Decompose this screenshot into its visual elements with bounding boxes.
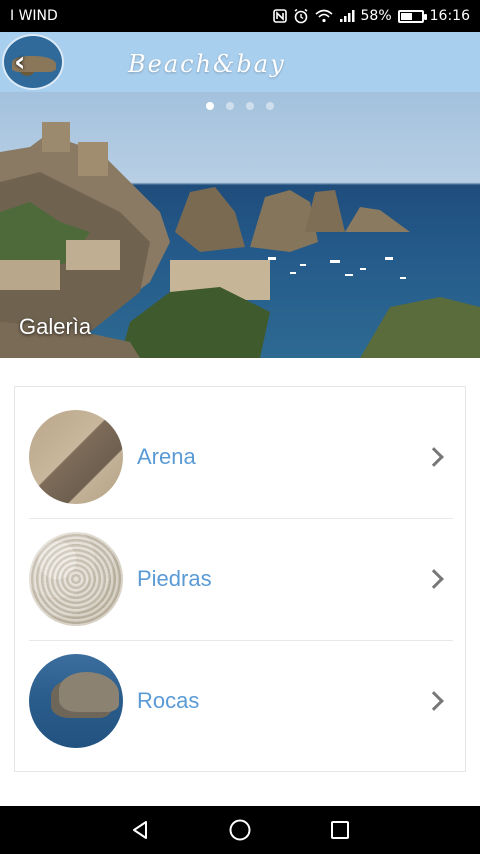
- pebbles-photo: [29, 532, 123, 626]
- list-item-label: Rocas: [137, 688, 200, 713]
- carousel-dot[interactable]: [266, 102, 274, 110]
- rocks-photo: [29, 654, 123, 748]
- battery-fill: [400, 12, 413, 20]
- hero-carousel[interactable]: Galerìa: [0, 92, 480, 358]
- gallery-list: Arena Piedras Rocas: [14, 386, 466, 772]
- carousel-dot[interactable]: [226, 102, 234, 110]
- alarm-icon: [293, 8, 309, 24]
- back-button[interactable]: ‹: [2, 34, 64, 90]
- nfc-icon: [272, 9, 287, 23]
- carrier-label: I WIND: [10, 8, 58, 24]
- list-item-arena[interactable]: Arena: [29, 397, 453, 517]
- home-circle-icon[interactable]: [225, 815, 255, 845]
- list-item-label: Arena: [137, 444, 196, 469]
- list-item-rocas[interactable]: Rocas: [29, 641, 453, 761]
- status-icons: 58% 16:16: [272, 8, 470, 24]
- list-item-piedras[interactable]: Piedras: [29, 519, 453, 639]
- chevron-right-icon: [424, 691, 444, 711]
- back-triangle-icon[interactable]: [125, 815, 155, 845]
- list-item-label: Piedras: [137, 566, 212, 591]
- brand-logo: Beach&bay: [128, 50, 286, 78]
- clock: 16:16: [429, 8, 470, 24]
- system-nav-bar: [0, 806, 480, 854]
- recents-square-icon[interactable]: [325, 815, 355, 845]
- carousel-dots: [206, 102, 274, 110]
- battery-icon: [397, 9, 427, 23]
- status-bar: I WIND 58% 16:16: [0, 0, 480, 32]
- signal-icon: [339, 9, 355, 23]
- chevron-right-icon: [424, 569, 444, 589]
- battery-percent: 58%: [360, 8, 392, 24]
- carousel-dot[interactable]: [246, 102, 254, 110]
- app-header: ‹ Beach&bay: [0, 32, 480, 92]
- hero-title: Galerìa: [19, 314, 92, 339]
- wifi-icon: [314, 9, 333, 23]
- carousel-dot[interactable]: [206, 102, 214, 110]
- chevron-right-icon: [424, 447, 444, 467]
- sand-photo: [29, 410, 123, 504]
- chevron-left-icon: ‹: [14, 45, 26, 78]
